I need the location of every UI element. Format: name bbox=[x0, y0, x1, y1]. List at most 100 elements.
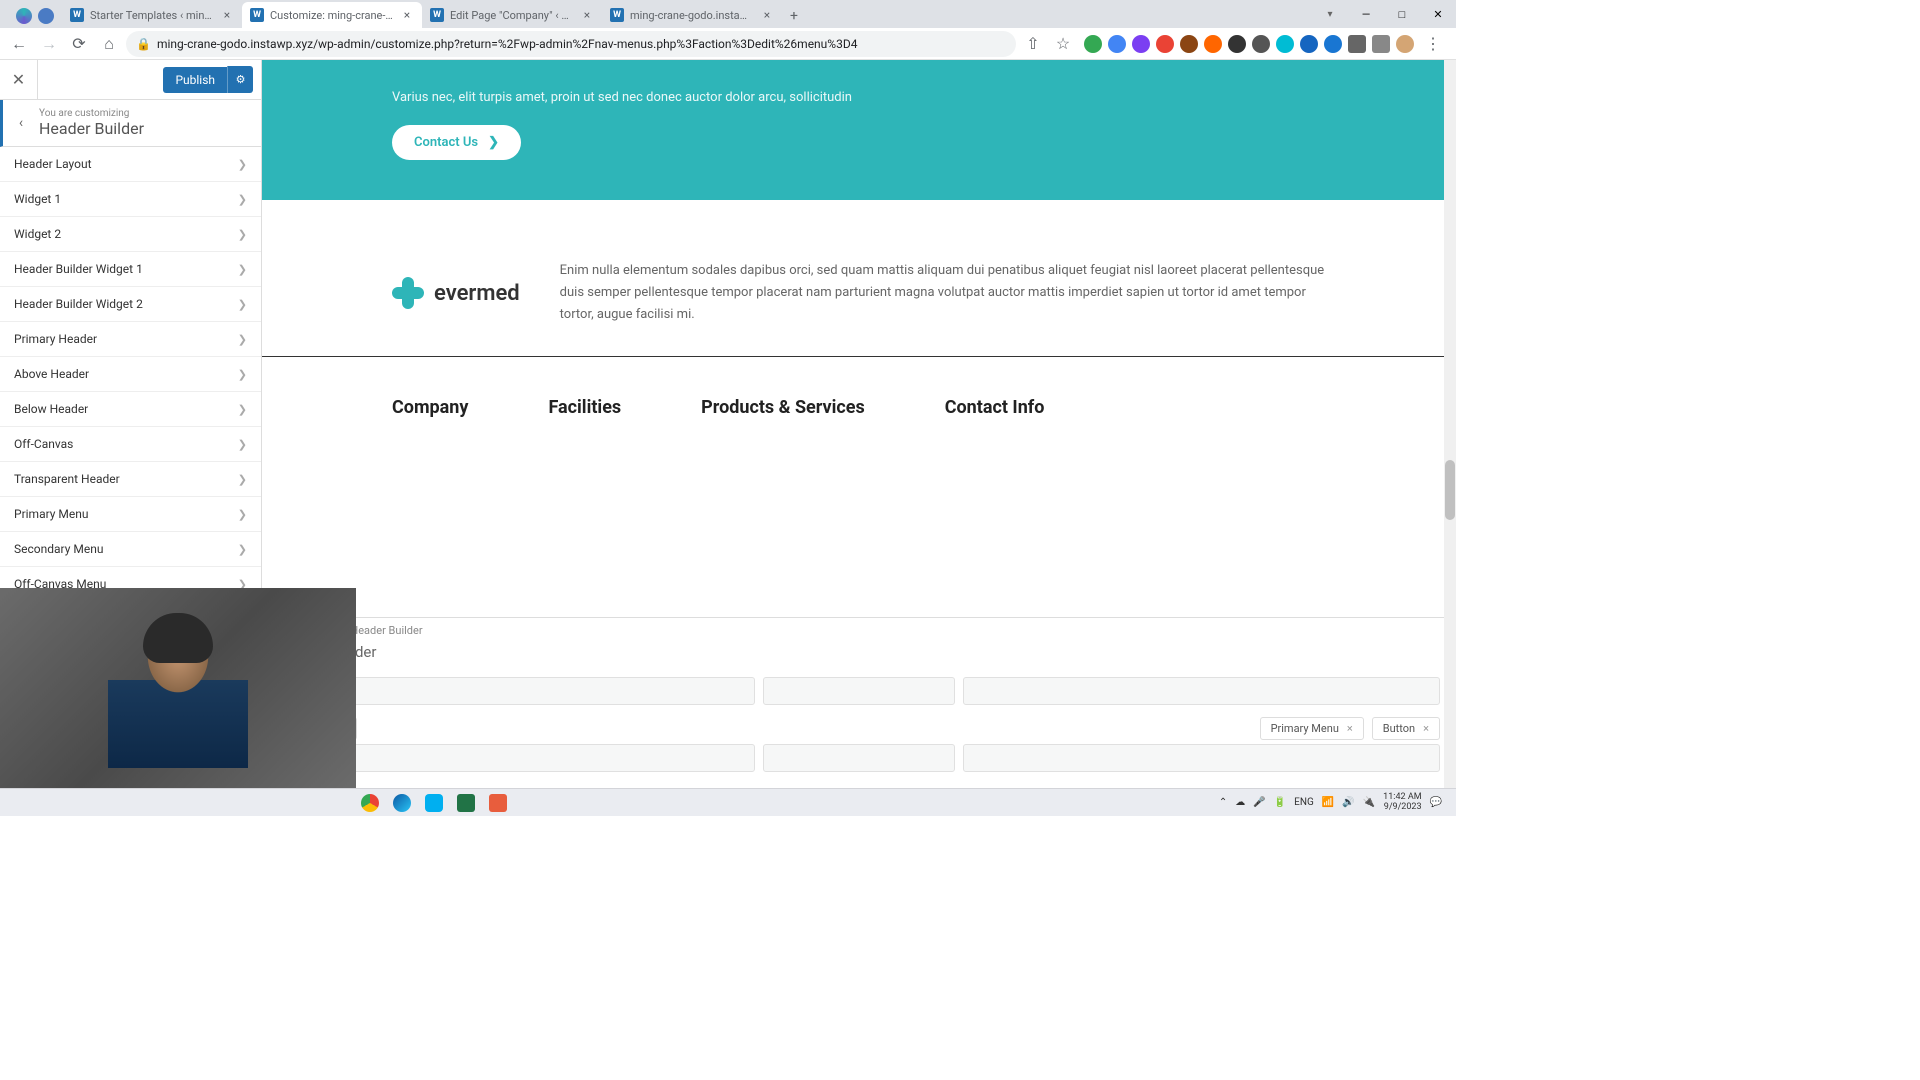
chrome-dropdown-icon[interactable]: ▾ bbox=[1312, 0, 1348, 28]
tab-close-icon[interactable]: × bbox=[760, 8, 774, 22]
minimize-button[interactable]: — bbox=[1348, 0, 1384, 28]
control-above-header[interactable]: Above Header❯ bbox=[0, 357, 261, 392]
tab-site[interactable]: W ming-crane-godo.instawp.xyz × bbox=[602, 2, 782, 28]
ext-icon-6[interactable] bbox=[1204, 35, 1222, 53]
tab-close-icon[interactable]: × bbox=[400, 8, 414, 22]
footer-col-contact: Contact Info bbox=[945, 397, 1045, 418]
home-button[interactable]: ⌂ bbox=[96, 31, 122, 57]
tray-wifi-icon[interactable]: 📶 bbox=[1322, 797, 1334, 808]
chevron-right-icon: ❯ bbox=[238, 298, 247, 311]
share-icon[interactable]: ⇧ bbox=[1020, 31, 1046, 57]
ext-icon-8[interactable] bbox=[1252, 35, 1270, 53]
tray-power-icon[interactable]: 🔌 bbox=[1363, 797, 1375, 808]
app-icon-1[interactable] bbox=[16, 8, 32, 24]
chevron-right-icon: ❯ bbox=[238, 158, 247, 171]
site-logo[interactable]: evermed bbox=[392, 277, 520, 309]
publish-button[interactable]: Publish bbox=[163, 67, 227, 93]
notifications-icon[interactable]: 💬 bbox=[1430, 797, 1442, 808]
scrollbar-thumb[interactable] bbox=[1445, 460, 1455, 520]
control-widget-2[interactable]: Widget 2❯ bbox=[0, 217, 261, 252]
control-hb-widget-2[interactable]: Header Builder Widget 2 ❯ bbox=[0, 287, 261, 322]
maximize-button[interactable]: □ bbox=[1384, 0, 1420, 28]
control-label: Off-Canvas bbox=[14, 437, 73, 451]
chevron-right-icon: ❯ bbox=[238, 403, 247, 416]
back-arrow-button[interactable]: ‹ bbox=[3, 115, 39, 131]
widget-button[interactable]: Button × bbox=[1372, 717, 1440, 740]
system-clock[interactable]: 11:42 AM 9/9/2023 bbox=[1383, 793, 1421, 813]
control-secondary-menu[interactable]: Secondary Menu❯ bbox=[0, 532, 261, 567]
widget-primary-menu[interactable]: Primary Menu × bbox=[1260, 717, 1364, 740]
wordpress-favicon: W bbox=[250, 8, 264, 22]
control-header-layout[interactable]: Header Layout❯ bbox=[0, 147, 261, 182]
slot-below-right[interactable] bbox=[963, 744, 1440, 772]
control-transparent-header[interactable]: Transparent Header❯ bbox=[0, 462, 261, 497]
tab-close-icon[interactable]: × bbox=[220, 8, 234, 22]
slot-below-center[interactable] bbox=[763, 744, 955, 772]
above-header-row bbox=[278, 677, 1440, 705]
app-icon-2[interactable] bbox=[38, 8, 54, 24]
control-primary-header[interactable]: Primary Header❯ bbox=[0, 322, 261, 357]
ext-icon-3[interactable] bbox=[1132, 35, 1150, 53]
slot-above-center[interactable] bbox=[763, 677, 955, 705]
tab-edit-page[interactable]: W Edit Page "Company" ‹ ming-cr × bbox=[422, 2, 602, 28]
preview-scrollbar[interactable] bbox=[1444, 60, 1456, 788]
contact-us-button[interactable]: Contact Us ❯ bbox=[392, 125, 521, 160]
control-below-header[interactable]: Below Header❯ bbox=[0, 392, 261, 427]
remove-widget-icon[interactable]: × bbox=[1423, 722, 1429, 735]
button-label: Contact Us bbox=[414, 135, 478, 150]
chevron-right-icon: ❯ bbox=[238, 508, 247, 521]
extensions-icon[interactable] bbox=[1348, 35, 1366, 53]
bookmark-star-icon[interactable]: ☆ bbox=[1050, 31, 1076, 57]
ext-icon-11[interactable] bbox=[1324, 35, 1342, 53]
taskbar-edge-icon[interactable] bbox=[388, 791, 416, 815]
footer-columns: Company Facilities Products & Services C… bbox=[262, 357, 1456, 418]
ext-icon-4[interactable] bbox=[1156, 35, 1174, 53]
control-widget-1[interactable]: Widget 1❯ bbox=[0, 182, 261, 217]
back-button[interactable]: ← bbox=[6, 31, 32, 57]
slot-above-right[interactable] bbox=[963, 677, 1440, 705]
tab-starter-templates[interactable]: W Starter Templates ‹ ming-c × bbox=[62, 2, 242, 28]
language-indicator[interactable]: ENG bbox=[1294, 797, 1314, 808]
browser-chrome: W Starter Templates ‹ ming-c × W Customi… bbox=[0, 0, 1456, 60]
tab-close-icon[interactable]: × bbox=[580, 8, 594, 22]
taskbar-chrome-icon[interactable] bbox=[356, 791, 384, 815]
menu-icon[interactable]: ⋮ bbox=[1420, 31, 1446, 57]
footer-col-company: Company bbox=[392, 397, 468, 418]
taskbar-skype-icon[interactable] bbox=[420, 791, 448, 815]
header-slots: e & Logo × Primary Menu × Button × bbox=[262, 669, 1456, 788]
tray-mic-icon[interactable]: 🎤 bbox=[1253, 797, 1265, 808]
side-panel-icon[interactable] bbox=[1372, 35, 1390, 53]
tray-volume-icon[interactable]: 🔊 bbox=[1342, 797, 1354, 808]
forward-button[interactable]: → bbox=[36, 31, 62, 57]
tab-label: Customize: ming-crane-godo.in bbox=[270, 9, 394, 22]
close-customizer-button[interactable]: ✕ bbox=[0, 60, 38, 100]
new-tab-button[interactable]: + bbox=[782, 4, 806, 28]
ext-icon-1[interactable] bbox=[1084, 35, 1102, 53]
control-primary-menu[interactable]: Primary Menu❯ bbox=[0, 497, 261, 532]
control-label: Header Builder Widget 2 bbox=[14, 297, 143, 311]
control-hb-widget-1[interactable]: Header Builder Widget 1❯ bbox=[0, 252, 261, 287]
tray-chevron-icon[interactable]: ⌃ bbox=[1219, 797, 1227, 808]
ext-icon-7[interactable] bbox=[1228, 35, 1246, 53]
slot-primary-right[interactable]: Primary Menu × Button × bbox=[1260, 717, 1440, 740]
publish-settings-button[interactable]: ⚙ bbox=[227, 66, 253, 93]
remove-widget-icon[interactable]: × bbox=[1347, 722, 1353, 735]
tray-battery-icon[interactable]: 🔋 bbox=[1274, 797, 1286, 808]
close-window-button[interactable]: ✕ bbox=[1420, 0, 1456, 28]
profile-avatar[interactable] bbox=[1396, 35, 1414, 53]
reload-button[interactable]: ⟳ bbox=[66, 31, 92, 57]
control-off-canvas[interactable]: Off-Canvas❯ bbox=[0, 427, 261, 462]
ext-icon-2[interactable] bbox=[1108, 35, 1126, 53]
footer-heading: Products & Services bbox=[701, 397, 865, 418]
tab-customize[interactable]: W Customize: ming-crane-godo.in × bbox=[242, 2, 422, 28]
taskbar-app-icon[interactable] bbox=[484, 791, 512, 815]
breadcrumb: Customizing ▸ Header Builder bbox=[262, 618, 1456, 643]
address-bar[interactable]: 🔒 ming-crane-godo.instawp.xyz/wp-admin/c… bbox=[126, 31, 1016, 57]
taskbar-excel-icon[interactable] bbox=[452, 791, 480, 815]
tray-cloud-icon[interactable]: ☁ bbox=[1235, 797, 1245, 808]
ext-icon-5[interactable] bbox=[1180, 35, 1198, 53]
ext-icon-9[interactable] bbox=[1276, 35, 1294, 53]
webcam-overlay bbox=[0, 588, 356, 788]
customizer-top-bar: ✕ Publish ⚙ bbox=[0, 60, 261, 100]
ext-icon-10[interactable] bbox=[1300, 35, 1318, 53]
